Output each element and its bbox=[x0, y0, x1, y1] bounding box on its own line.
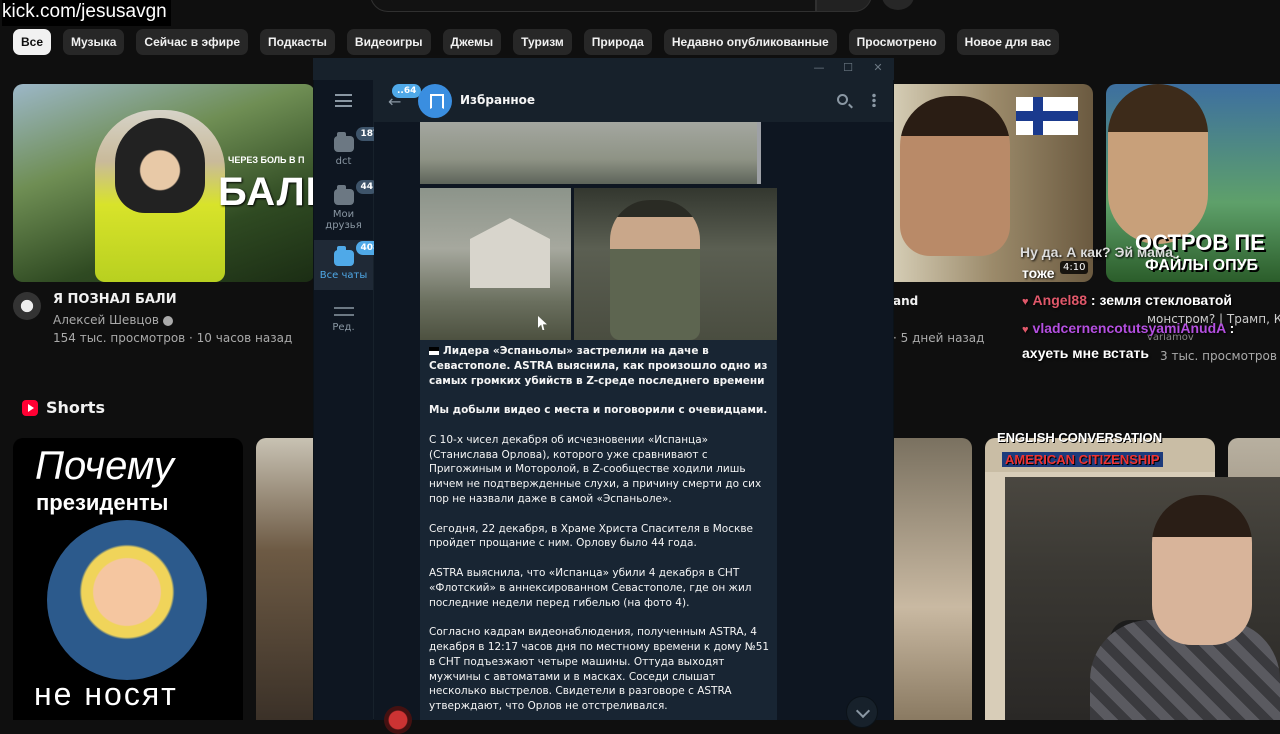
thumbnail-helmet bbox=[115, 118, 205, 213]
shorts-heading: Shorts bbox=[46, 398, 105, 417]
folder-label: Все чаты bbox=[319, 270, 368, 281]
chip-nature[interactable]: Природа bbox=[583, 29, 652, 55]
youtube-search-button[interactable] bbox=[816, 0, 872, 12]
thumbnail-person bbox=[900, 96, 1010, 256]
chip-live[interactable]: Сейчас в эфире bbox=[136, 29, 249, 55]
folder-label: Ред. bbox=[332, 322, 355, 333]
folder-friends[interactable]: 44 Мои друзья bbox=[314, 179, 379, 237]
emoji-flag-icon bbox=[429, 347, 439, 355]
folder-dct[interactable]: 187 dct bbox=[314, 126, 385, 174]
flag-cross-horizontal bbox=[1016, 111, 1078, 121]
message-photo[interactable] bbox=[420, 122, 757, 184]
chip-tourism[interactable]: Туризм bbox=[513, 29, 572, 55]
short-portrait bbox=[47, 520, 207, 680]
short-caption-line: AMERICAN CITIZENSHIP bbox=[1002, 452, 1163, 467]
short-caption-line: ENGLISH CONVERSATION bbox=[997, 430, 1163, 445]
short-caption-line: не носят bbox=[34, 676, 178, 712]
short-thumbnail-3[interactable] bbox=[893, 438, 972, 720]
heart-icon: ♥ bbox=[1022, 296, 1029, 308]
chip-all[interactable]: Все bbox=[13, 29, 52, 55]
photo-person bbox=[610, 200, 700, 340]
window-titlebar[interactable] bbox=[313, 58, 894, 80]
youtube-search-input[interactable] bbox=[370, 0, 816, 12]
message-paragraph: С 10-х чисел декабря об исчезновении «Ис… bbox=[429, 433, 762, 505]
folder-edit[interactable]: Ред. bbox=[314, 298, 373, 338]
chip-jams[interactable]: Джемы bbox=[442, 29, 502, 55]
video-meta: · 5 дней назад bbox=[893, 331, 985, 345]
chip-new[interactable]: Новое для вас bbox=[956, 29, 1060, 55]
duration-badge: 4:10 bbox=[1060, 261, 1089, 274]
sliders-icon bbox=[333, 304, 354, 318]
message-text: Лидера «Эспаньолы» застрелили на даче в … bbox=[429, 344, 774, 729]
video-meta: 154 тыс. просмотров · 10 часов назад bbox=[53, 331, 293, 345]
search-icon[interactable] bbox=[837, 94, 848, 105]
folder-label: dct bbox=[335, 156, 352, 167]
maximize-button[interactable]: ☐ bbox=[838, 60, 858, 76]
chat-text: : земля стекловатой bbox=[1090, 292, 1233, 308]
video-channel[interactable]: Алексей Шевцов bbox=[53, 313, 173, 327]
message-headline: Лидера «Эспаньолы» застрелили на даче в … bbox=[429, 345, 768, 387]
thumbnail-person bbox=[1108, 84, 1208, 244]
folder-icon: 44 bbox=[333, 180, 379, 205]
filter-chips-bar: Все Музыка Сейчас в эфире Подкасты Видео… bbox=[13, 29, 1060, 55]
chip-music[interactable]: Музыка bbox=[63, 29, 125, 55]
chat-message: Ну да. А как? Эй мама bbox=[1020, 244, 1173, 260]
channel-name[interactable]: Алексей Шевцов bbox=[53, 313, 159, 327]
chat-username: vladcernencotutsyamiAnudA bbox=[1032, 320, 1226, 336]
thumbnail-caption: ЧЕРЕЗ БОЛЬ В П bbox=[228, 155, 305, 165]
more-vertical-icon[interactable] bbox=[872, 93, 876, 107]
flag-cross-vertical bbox=[1033, 97, 1043, 135]
chat-message: тоже bbox=[1022, 265, 1055, 281]
unread-badge: ..64 bbox=[392, 84, 422, 98]
heart-icon: ♥ bbox=[1022, 324, 1029, 336]
sender-avatar[interactable] bbox=[384, 706, 412, 734]
streamer-head bbox=[1152, 495, 1252, 645]
video-title[interactable]: and bbox=[893, 294, 918, 308]
message-paragraph: Согласно кадрам видеонаблюдения, получен… bbox=[429, 626, 770, 713]
chat-message: ♥ Angel88 : земля стекловатой bbox=[1022, 292, 1232, 308]
hamburger-menu-icon[interactable] bbox=[335, 94, 352, 107]
chat-username: Angel88 bbox=[1032, 292, 1087, 308]
photo-divider bbox=[757, 122, 761, 184]
chip-watched[interactable]: Просмотрено bbox=[848, 29, 945, 55]
stream-url-overlay: kick.com/jesusavgn bbox=[2, 0, 171, 26]
short-thumbnail-2[interactable] bbox=[256, 438, 314, 720]
minimize-button[interactable]: — bbox=[809, 60, 829, 76]
channel-avatar[interactable] bbox=[13, 292, 41, 320]
chat-title[interactable]: Избранное bbox=[460, 93, 535, 107]
message-paragraph: Мы добыли видео с места и поговорили с о… bbox=[429, 404, 768, 417]
chat-message: ♥ vladcernencotutsyamiAnudA : bbox=[1022, 320, 1234, 336]
folder-all-chats[interactable]: 408 Все чаты bbox=[314, 240, 385, 290]
folders-sidebar bbox=[314, 80, 373, 720]
folder-label: Мои друзья bbox=[325, 209, 362, 231]
short-caption-line: президенты bbox=[36, 490, 169, 515]
chip-podcasts[interactable]: Подкасты bbox=[260, 29, 335, 55]
message-paragraph: ASTRA выяснила, что «Испанца» убили 4 де… bbox=[429, 566, 752, 609]
shorts-logo-icon bbox=[22, 400, 38, 416]
video-meta: 3 тыс. просмотров · 8 bbox=[1160, 349, 1280, 363]
verified-icon bbox=[162, 315, 173, 326]
video-title[interactable]: Я ПОЗНАЛ БАЛИ bbox=[53, 292, 177, 307]
close-button[interactable]: ✕ bbox=[868, 60, 888, 76]
chat-text: : bbox=[1229, 320, 1235, 336]
chip-games[interactable]: Видеоигры bbox=[346, 29, 431, 55]
bookmark-icon[interactable] bbox=[418, 84, 452, 118]
short-caption-line: Почему bbox=[35, 444, 174, 488]
message-paragraph: Сегодня, 22 декабря, в Храме Христа Спас… bbox=[429, 522, 753, 550]
folder-icon: 187 bbox=[333, 127, 385, 152]
chat-message: ахуеть мне встать bbox=[1022, 345, 1149, 361]
chip-recent[interactable]: Недавно опубликованные bbox=[663, 29, 837, 55]
scroll-down-button[interactable] bbox=[846, 696, 878, 728]
chats-icon: 408 bbox=[333, 241, 385, 266]
youtube-create-button[interactable] bbox=[882, 0, 914, 10]
